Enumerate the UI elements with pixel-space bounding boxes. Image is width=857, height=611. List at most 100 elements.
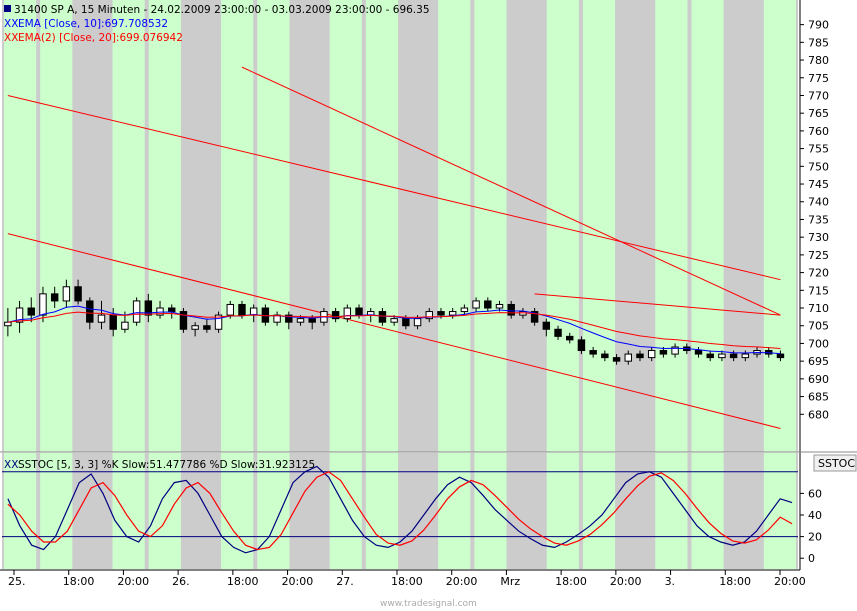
time-tick-label: 25. xyxy=(8,575,26,588)
stoch-tick-label: 20 xyxy=(808,531,822,544)
candle-up xyxy=(718,353,726,359)
session-band xyxy=(691,0,724,452)
stoch-tick-label: 0 xyxy=(808,552,815,565)
session-band xyxy=(365,0,398,452)
candle-down xyxy=(27,307,35,316)
session-band xyxy=(763,0,796,452)
ema10-label: EMA [Close, 10]:697.708532 xyxy=(18,18,168,30)
session-band xyxy=(40,0,73,452)
stoch-tick-label: 60 xyxy=(808,487,822,500)
session-band xyxy=(655,453,688,569)
session-band xyxy=(474,0,507,452)
ema20-close-icon[interactable]: XX xyxy=(4,32,18,44)
candle-up xyxy=(4,321,12,327)
session-band xyxy=(221,0,254,452)
time-tick-label: 3. xyxy=(665,575,676,588)
candle-up xyxy=(226,303,234,316)
session-band xyxy=(546,453,579,569)
ema20-label: EMA(2) [Close, 20]:699.076942 xyxy=(18,32,183,44)
price-tick-label: 755 xyxy=(808,143,829,156)
session-band xyxy=(438,0,471,452)
price-tick-label: 750 xyxy=(808,160,829,173)
price-tick-label: 730 xyxy=(808,231,829,244)
candle-down xyxy=(378,311,387,323)
time-tick-label: 18:00 xyxy=(391,575,423,588)
time-tick-label: 20:00 xyxy=(446,575,478,588)
trading-chart[interactable]: 680 685 690 695 700 705 710 715 720 725 730 735 740 7… xyxy=(0,0,857,611)
price-tick-label: 720 xyxy=(808,267,829,280)
candle-down xyxy=(706,353,714,359)
time-tick-label: 18:00 xyxy=(719,575,751,588)
session-band xyxy=(329,453,362,569)
series-color-square xyxy=(4,5,11,12)
candle-up xyxy=(62,286,71,302)
candle-down xyxy=(507,303,515,316)
candle-down xyxy=(589,350,597,355)
candle-down xyxy=(437,311,445,316)
candle-down xyxy=(694,350,703,355)
session-band xyxy=(329,0,362,452)
session-band xyxy=(474,453,507,569)
candle-down xyxy=(402,318,410,327)
candle-up xyxy=(296,318,305,323)
candle-up xyxy=(343,307,352,320)
stoch-close-icon[interactable]: XX xyxy=(4,459,18,471)
candle-down xyxy=(636,353,644,359)
candle-up xyxy=(97,314,106,323)
price-tick-label: 745 xyxy=(808,178,829,191)
session-band xyxy=(655,0,688,452)
time-tick-label: 18:00 xyxy=(63,575,95,588)
price-tick-label: 775 xyxy=(808,72,829,85)
ema10-close-icon[interactable]: XX xyxy=(4,18,18,30)
candle-down xyxy=(50,293,59,302)
time-tick-label: 18:00 xyxy=(227,575,259,588)
candle-up xyxy=(390,318,398,323)
price-tick-label: 735 xyxy=(808,213,829,226)
time-tick-label: 27. xyxy=(336,575,354,588)
stoch-label: SSTOC [5, 3, 3] %K Slow:51.477786 %D Slo… xyxy=(18,459,315,471)
symbol-line: 31400 SP A, 15 Minuten - 24.02.2009 23:0… xyxy=(14,4,430,16)
session-band xyxy=(112,0,145,452)
price-tick-label: 710 xyxy=(808,302,829,315)
price-tick-label: 705 xyxy=(808,320,829,333)
time-tick-label: 26. xyxy=(172,575,190,588)
price-tick-label: 765 xyxy=(808,107,829,120)
price-tick-label: 760 xyxy=(808,125,829,138)
session-band xyxy=(691,453,724,569)
stoch-tick-label: 40 xyxy=(808,509,822,522)
stoch-axis-label: SSTOC xyxy=(818,457,855,470)
candle-down xyxy=(355,307,363,316)
price-tick-label: 770 xyxy=(808,89,829,102)
time-tick-label: 20:00 xyxy=(117,575,149,588)
session-band xyxy=(438,453,471,569)
price-tick-label: 690 xyxy=(808,373,829,386)
session-band xyxy=(763,453,796,569)
price-tick-label: 700 xyxy=(808,337,829,350)
price-tick-label: 685 xyxy=(808,391,829,404)
session-band xyxy=(365,453,398,569)
candle-up xyxy=(624,353,632,362)
time-tick-label: 20:00 xyxy=(610,575,642,588)
candle-down xyxy=(577,339,586,352)
candle-down xyxy=(612,357,621,362)
candle-up xyxy=(132,300,141,323)
candle-up xyxy=(472,300,480,309)
candle-down xyxy=(659,350,668,355)
candle-up xyxy=(647,350,656,359)
candle-up xyxy=(121,321,129,330)
session-band xyxy=(148,0,181,452)
candle-down xyxy=(308,318,316,323)
time-tick-label: 20:00 xyxy=(774,575,806,588)
chart-legend-stoch: XX SSTOC [5, 3, 3] %K Slow:51.477786 %D … xyxy=(4,459,315,471)
price-tick-label: 780 xyxy=(808,54,829,67)
candle-up xyxy=(741,353,750,359)
time-tick-label: Mrz xyxy=(500,575,520,588)
price-tick-label: 715 xyxy=(808,284,829,297)
candle-down xyxy=(168,307,176,313)
candle-down xyxy=(566,335,574,341)
candle-down xyxy=(729,353,738,359)
session-band xyxy=(4,0,37,452)
candle-down xyxy=(484,300,492,309)
candle-up xyxy=(191,325,199,330)
time-tick-label: 18:00 xyxy=(555,575,587,588)
